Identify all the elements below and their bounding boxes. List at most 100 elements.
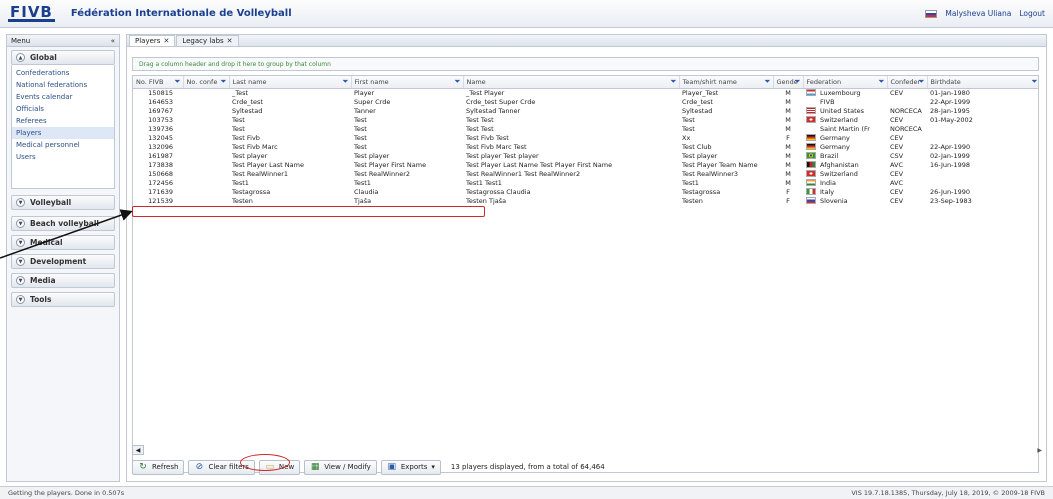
table-row[interactable]: 173838 Test Player Last Name Test Player F… xyxy=(133,160,1038,170)
sidebar-item-events-calendar[interactable]: Events calendar xyxy=(12,91,114,103)
sidebar-item-referees[interactable]: Referees xyxy=(12,115,114,127)
fivb-logo[interactable]: FIVB xyxy=(8,5,55,22)
cell-no: 103753 xyxy=(148,115,173,124)
accordion-volleyball[interactable]: ▼ Volleyball xyxy=(11,195,115,210)
sidebar-item-national-federations[interactable]: National federations xyxy=(12,79,114,91)
table-row[interactable]: 169767 Syltestad Tanner Syltestad Tanner Syl… xyxy=(133,106,1038,116)
filter-icon[interactable]: ⏷ xyxy=(764,77,770,87)
cell-team: Test player xyxy=(682,151,718,160)
cell-team: Test Club xyxy=(682,142,712,151)
accordion-tools-label: Tools xyxy=(30,295,52,304)
filter-icon[interactable]: ⏷ xyxy=(670,77,676,87)
column-header[interactable]: Name ⏷ xyxy=(463,76,680,89)
column-header[interactable]: No. confe ⏷ xyxy=(183,76,230,89)
refresh-button[interactable]: ↻ Refresh xyxy=(132,459,185,475)
cell-name: Test1 Test1 xyxy=(466,178,502,187)
cell-birth: 01-May-2002 xyxy=(930,115,973,124)
cell-confed: CEV xyxy=(890,196,904,205)
exports-dropdown[interactable]: ▣ Exports ▾ xyxy=(380,459,441,475)
cell-birth xyxy=(927,170,1038,179)
column-header[interactable]: Team/shirt name ⏷ xyxy=(679,76,774,89)
cell-confed: CEV xyxy=(890,133,904,142)
cell-team: Syltestad xyxy=(682,106,713,115)
clear-filters-button[interactable]: ⊘ Clear filters xyxy=(188,459,255,475)
cell-federation: FIVB xyxy=(803,98,887,107)
cell-no: 171639 xyxy=(148,187,173,196)
table-row[interactable]: 150668 Test RealWinner1 Test RealWinner2 Te… xyxy=(133,169,1038,179)
column-header[interactable]: Birthdate ⏷ xyxy=(927,76,1038,89)
filter-icon[interactable]: ⏷ xyxy=(918,77,924,87)
chevron-down-icon: ▼ xyxy=(16,238,25,247)
scroll-left-button[interactable]: ◀ xyxy=(132,445,144,455)
sidebar-item-users[interactable]: Users xyxy=(12,151,114,163)
logout-link[interactable]: Logout xyxy=(1019,9,1045,18)
table-row[interactable]: 161987 Test player Test player Test player … xyxy=(133,151,1038,161)
tab-legacy-labs[interactable]: Legacy labs ✕ xyxy=(176,35,239,46)
filter-icon[interactable]: ⏷ xyxy=(342,77,348,87)
column-header[interactable]: First name ⏷ xyxy=(351,76,464,89)
table-row[interactable]: 132045 Test Fivb Test Test Fivb Test Xx F Germ… xyxy=(133,133,1038,143)
accordion-development[interactable]: ▼ Development xyxy=(11,254,115,269)
accordion-beach-volleyball[interactable]: ▼ Beach volleyball xyxy=(11,216,115,231)
accordion-tools[interactable]: ▼ Tools xyxy=(11,292,115,307)
accordion-media[interactable]: ▼ Media xyxy=(11,273,115,288)
chevron-down-icon: ▾ xyxy=(431,463,435,471)
sidebar-item-players[interactable]: Players xyxy=(12,127,114,139)
filter-icon[interactable]: ⏷ xyxy=(454,77,460,87)
column-header[interactable]: Gende ⏷ xyxy=(773,76,804,89)
table-row[interactable]: 150815 _Test Player _Test Player Player_Test… xyxy=(133,88,1038,98)
close-icon[interactable]: ✕ xyxy=(163,37,169,45)
table-row[interactable]: 132096 Test Fivb Marc Test Test Fivb Marc T… xyxy=(133,142,1038,152)
tab-players[interactable]: Players ✕ xyxy=(129,35,176,46)
column-header[interactable]: Confeder ⏷ xyxy=(887,76,928,89)
column-header[interactable]: Last name ⏷ xyxy=(229,76,352,89)
filter-icon[interactable]: ⏷ xyxy=(1031,77,1037,87)
table-row[interactable]: 164653 Crde_test Super Crde Crde_test Super… xyxy=(133,97,1038,107)
table-row[interactable]: 139736 Test Test Test Test Test M Saint Martin… xyxy=(133,124,1038,134)
table-row[interactable]: 103753 Test Test Test Test Test M Switzerland C… xyxy=(133,115,1038,125)
accordion-medical[interactable]: ▼ Medical xyxy=(11,235,115,250)
column-header[interactable]: No. FIVB ⏷ xyxy=(133,76,184,89)
cell-confed: CEV xyxy=(890,142,904,151)
scroll-right-button[interactable]: ▶ xyxy=(1037,447,1042,454)
group-by-drop-zone[interactable]: Drag a column header and drop it here to… xyxy=(132,57,1039,71)
cell-team: Test xyxy=(682,115,695,124)
accordion-volleyball-label: Volleyball xyxy=(30,198,72,207)
cell-last: Test Fivb xyxy=(232,133,260,142)
cell-team: Test xyxy=(682,124,695,133)
cell-last: Test player xyxy=(232,151,268,160)
sidebar-item-medical-personnel[interactable]: Medical personnel xyxy=(12,139,114,151)
table-row[interactable]: 171639 Testagrossa Claudia Testagrossa Clau… xyxy=(133,187,1038,197)
collapse-sidebar-icon[interactable]: « xyxy=(111,37,115,45)
cell-birth: 26-Jun-1990 xyxy=(930,187,971,196)
filter-icon[interactable]: ⏷ xyxy=(220,77,226,87)
filter-icon[interactable]: ⏷ xyxy=(174,77,180,87)
sidebar-item-officials[interactable]: Officials xyxy=(12,103,114,115)
column-header[interactable]: Federation ⏷ xyxy=(803,76,888,89)
cell-conf xyxy=(183,170,229,179)
cell-birth: 28-Jan-1995 xyxy=(930,106,970,115)
filter-icon[interactable]: ⏷ xyxy=(878,77,884,87)
country-flag-icon xyxy=(806,187,816,195)
cell-name: Test Player Last Name Test Player First … xyxy=(466,160,613,169)
cell-no: 169767 xyxy=(148,106,173,115)
cell-conf xyxy=(183,98,229,107)
cell-first: Player xyxy=(354,88,375,97)
accordion-global[interactable]: ▲ Global xyxy=(11,50,115,65)
column-header-label: First name xyxy=(354,77,389,86)
user-name-link[interactable]: Malysheva Uliana xyxy=(945,9,1011,18)
sidebar-item-confederations[interactable]: Confederations xyxy=(12,67,114,79)
cell-confed: CEV xyxy=(890,169,904,178)
cell-confed xyxy=(887,98,927,107)
new-button[interactable]: ▭ New xyxy=(258,459,301,475)
cell-first: Super Crde xyxy=(354,97,391,106)
filter-icon[interactable]: ⏷ xyxy=(794,77,800,87)
close-icon[interactable]: ✕ xyxy=(227,37,233,45)
players-grid: No. FIVB ⏷ No. confe ⏷ Last name ⏷ First name ⏷… xyxy=(132,75,1039,473)
cell-name: Test Test xyxy=(466,115,494,124)
table-row[interactable]: 121539 Testen Tjaša Testen Tjaša Testen F Slov… xyxy=(133,196,1038,206)
cell-federation: United States xyxy=(803,106,887,116)
table-row[interactable]: 172456 Test1 Test1 Test1 Test1 Test1 M India AV… xyxy=(133,178,1038,188)
view-modify-button[interactable]: ▦ View / Modify xyxy=(304,459,377,475)
federation-text: Switzerland xyxy=(820,115,858,124)
